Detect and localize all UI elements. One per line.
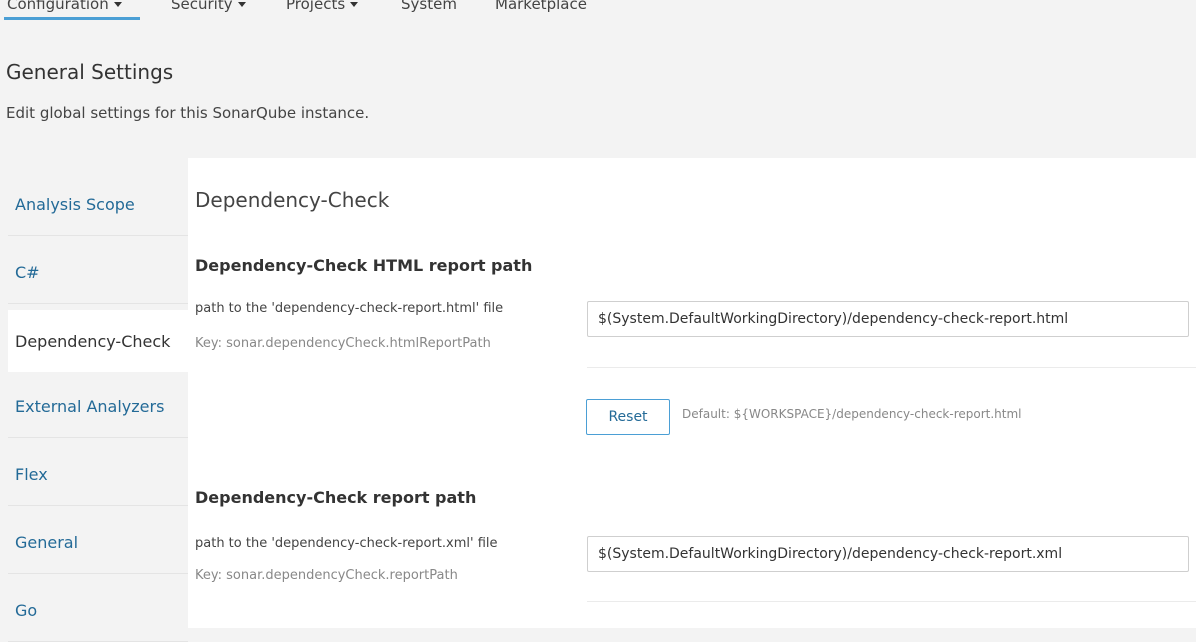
sidebar-item-label: Dependency-Check: [15, 331, 171, 351]
nav-item-marketplace[interactable]: Marketplace: [495, 0, 587, 14]
setting-key: Key: sonar.dependencyCheck.htmlReportPat…: [195, 336, 491, 351]
nav-item-label: Security: [171, 0, 233, 13]
nav-item-system[interactable]: System: [401, 0, 457, 14]
top-nav: Configuration Security Projects System M…: [0, 0, 1196, 28]
sidebar-item-dependency-check[interactable]: Dependency-Check: [8, 310, 188, 372]
row-divider: [587, 601, 1196, 602]
nav-item-security[interactable]: Security: [171, 0, 246, 14]
sidebar-item-label: General: [15, 533, 79, 552]
setting-name-html-report-path: Dependency-Check HTML report path: [195, 256, 533, 275]
sidebar-item-label: Analysis Scope: [15, 195, 135, 214]
caret-down-icon: [113, 2, 122, 7]
setting-name-report-path: Dependency-Check report path: [195, 488, 477, 507]
section-title: Dependency-Check: [195, 188, 390, 212]
setting-description: path to the 'dependency-check-report.xml…: [195, 536, 498, 551]
nav-item-label: Projects: [286, 0, 346, 13]
nav-item-projects[interactable]: Projects: [286, 0, 359, 14]
sidebar-item-label: External Analyzers: [15, 397, 165, 416]
active-nav-underline: [4, 17, 140, 20]
caret-down-icon: [350, 2, 359, 7]
nav-item-label: Configuration: [7, 0, 109, 13]
reset-button[interactable]: Reset: [586, 399, 670, 435]
default-value-text: Default: ${WORKSPACE}/dependency-check-r…: [682, 407, 1022, 421]
page-description: Edit global settings for this SonarQube …: [6, 104, 370, 122]
row-divider: [587, 367, 1196, 368]
sidebar-item-flex[interactable]: Flex: [8, 444, 188, 506]
nav-item-label: Marketplace: [495, 0, 587, 13]
setting-description: path to the 'dependency-check-report.htm…: [195, 301, 504, 316]
sidebar-item-general[interactable]: General: [8, 512, 188, 574]
setting-key: Key: sonar.dependencyCheck.reportPath: [195, 568, 458, 583]
report-path-input[interactable]: [587, 536, 1189, 572]
sidebar-item-csharp[interactable]: C#: [8, 242, 188, 304]
sidebar-item-go[interactable]: Go: [8, 580, 188, 642]
settings-category-sidebar: Analysis Scope C# Dependency-Check Exter…: [8, 160, 188, 642]
sidebar-item-analysis-scope[interactable]: Analysis Scope: [8, 174, 188, 236]
html-report-path-input[interactable]: [587, 301, 1189, 337]
sidebar-item-external-analyzers[interactable]: External Analyzers: [8, 376, 188, 438]
settings-panel: Dependency-Check Dependency-Check HTML r…: [188, 158, 1196, 628]
sidebar-item-label: Go: [15, 601, 38, 620]
nav-item-configuration[interactable]: Configuration: [7, 0, 122, 14]
sidebar-item-label: Flex: [15, 465, 48, 484]
nav-item-label: System: [401, 0, 457, 13]
caret-down-icon: [237, 2, 246, 7]
page-title: General Settings: [6, 60, 174, 84]
sidebar-item-label: C#: [15, 263, 40, 282]
